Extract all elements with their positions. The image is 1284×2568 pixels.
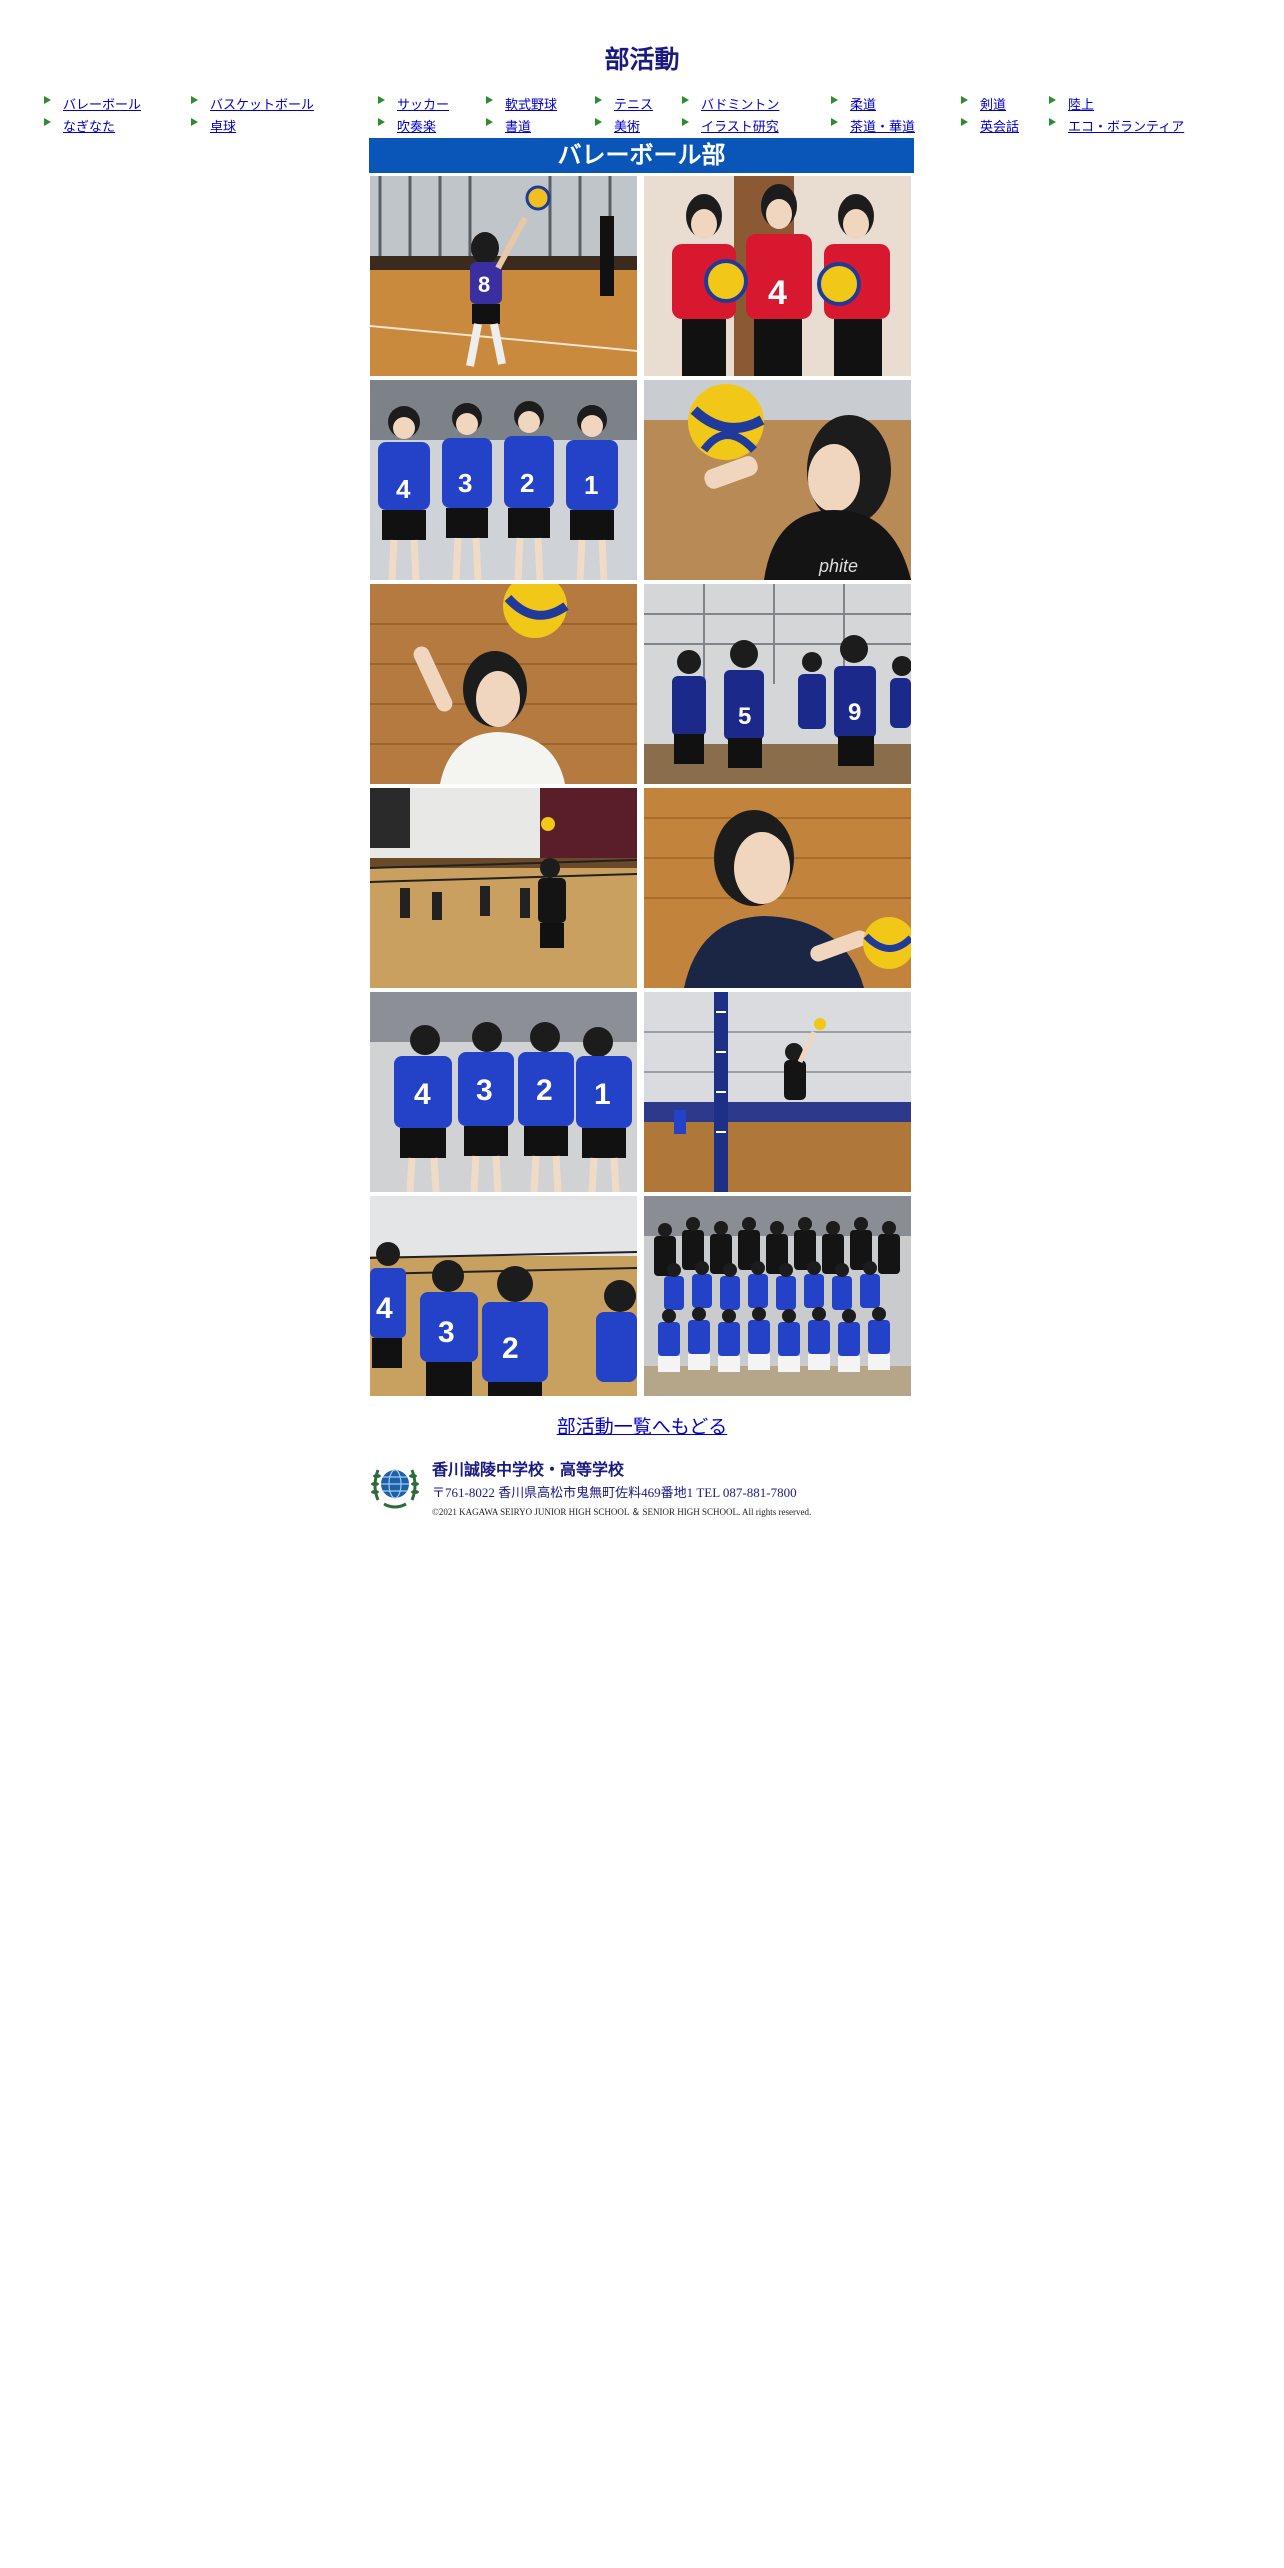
school-logo-icon <box>370 1460 420 1512</box>
photo-team-backs: 4 3 2 1 <box>370 992 637 1192</box>
arrow-icon <box>486 95 493 104</box>
back-to-club-list-link[interactable]: 部活動一覧へもどる <box>0 1412 1284 1439</box>
club-link-badminton[interactable]: バドミントン <box>682 94 779 113</box>
arrow-icon <box>486 117 493 126</box>
club-link-basketball[interactable]: バスケットボール <box>191 94 314 113</box>
arrow-icon <box>961 117 968 126</box>
club-link-kendo[interactable]: 剣道 <box>961 94 1006 113</box>
club-link-english[interactable]: 英会話 <box>961 116 1019 135</box>
photo-action-serve: 8 <box>370 176 637 376</box>
photo-group-full-team <box>644 1196 911 1396</box>
arrow-icon <box>1049 117 1056 126</box>
club-header: バレーボール部 <box>369 138 914 173</box>
arrow-icon <box>378 117 385 126</box>
club-link-illustration[interactable]: イラスト研究 <box>682 116 779 135</box>
club-link-naginata[interactable]: なぎなた <box>44 116 115 135</box>
svg-text:4: 4 <box>414 1078 431 1111</box>
club-link-brass-band[interactable]: 吹奏楽 <box>378 116 436 135</box>
svg-text:5: 5 <box>738 703 751 730</box>
club-link-art[interactable]: 美術 <box>595 116 640 135</box>
arrow-icon <box>595 117 602 126</box>
arrow-icon <box>595 95 602 104</box>
svg-text:2: 2 <box>502 1332 519 1365</box>
svg-text:2: 2 <box>536 1074 553 1107</box>
arrow-icon <box>191 117 198 126</box>
photo-portrait-smiling-ball <box>644 788 911 988</box>
svg-text:9: 9 <box>848 699 861 726</box>
svg-text:phite: phite <box>818 556 858 576</box>
arrow-icon <box>44 95 51 104</box>
club-link-table-tennis[interactable]: 卓球 <box>191 116 236 135</box>
club-link-calligraphy[interactable]: 書道 <box>486 116 531 135</box>
svg-text:4: 4 <box>768 274 787 312</box>
arrow-icon <box>191 95 198 104</box>
club-link-track[interactable]: 陸上 <box>1049 94 1094 113</box>
page: 部活動 バレーボール バスケットボール サッカー 軟式野球 テニス バドミントン… <box>0 0 1284 2568</box>
photo-portrait-ball-toss: phite <box>644 380 911 580</box>
photo-team-line-up: 4 3 2 <box>370 1196 637 1396</box>
page-title: 部活動 <box>604 46 680 74</box>
footer: 香川誠陵中学校・高等学校 〒761-8022 香川県高松市鬼無町佐料469番地1… <box>370 1456 910 1517</box>
club-link-tennis[interactable]: テニス <box>595 94 653 113</box>
photo-team-court: 59 <box>644 584 911 784</box>
svg-text:1: 1 <box>594 1078 611 1111</box>
club-link-baseball[interactable]: 軟式野球 <box>486 94 557 113</box>
club-link-volleyball[interactable]: バレーボール <box>44 94 141 113</box>
arrow-icon <box>831 117 838 126</box>
photo-team-red-uniforms: 4 <box>644 176 911 376</box>
arrow-icon <box>1049 95 1056 104</box>
club-link-eco-volunteer[interactable]: エコ・ボランティア <box>1049 116 1184 135</box>
svg-text:3: 3 <box>438 1316 455 1349</box>
svg-text:3: 3 <box>458 468 472 498</box>
photo-portrait-overhead-set <box>370 584 637 784</box>
arrow-icon <box>682 95 689 104</box>
school-name: 香川誠陵中学校・高等学校 <box>432 1462 625 1479</box>
school-address: 〒761-8022 香川県高松市鬼無町佐料469番地1 TEL 087-881-… <box>432 1485 797 1500</box>
club-link-soccer[interactable]: サッカー <box>378 94 449 113</box>
svg-text:4: 4 <box>396 474 411 504</box>
arrow-icon <box>961 95 968 104</box>
photo-net-jump-spike <box>644 992 911 1192</box>
arrow-icon <box>831 95 838 104</box>
arrow-icon <box>44 117 51 126</box>
arrow-icon <box>378 95 385 104</box>
club-nav: バレーボール バスケットボール サッカー 軟式野球 テニス バドミントン 柔道 … <box>44 90 1244 134</box>
arrow-icon <box>682 117 689 126</box>
svg-text:1: 1 <box>584 470 598 500</box>
svg-text:8: 8 <box>478 272 490 297</box>
photo-team-blue-uniforms: 4 3 2 1 <box>370 380 637 580</box>
photo-gym-match-spike <box>370 788 637 988</box>
svg-text:3: 3 <box>476 1074 493 1107</box>
svg-text:4: 4 <box>376 1292 393 1325</box>
copyright: ©2021 KAGAWA SEIRYO JUNIOR HIGH SCHOOL ＆… <box>432 1507 812 1517</box>
club-link-judo[interactable]: 柔道 <box>831 94 876 113</box>
svg-text:2: 2 <box>520 468 534 498</box>
club-link-tea-flower[interactable]: 茶道・華道 <box>831 116 915 135</box>
